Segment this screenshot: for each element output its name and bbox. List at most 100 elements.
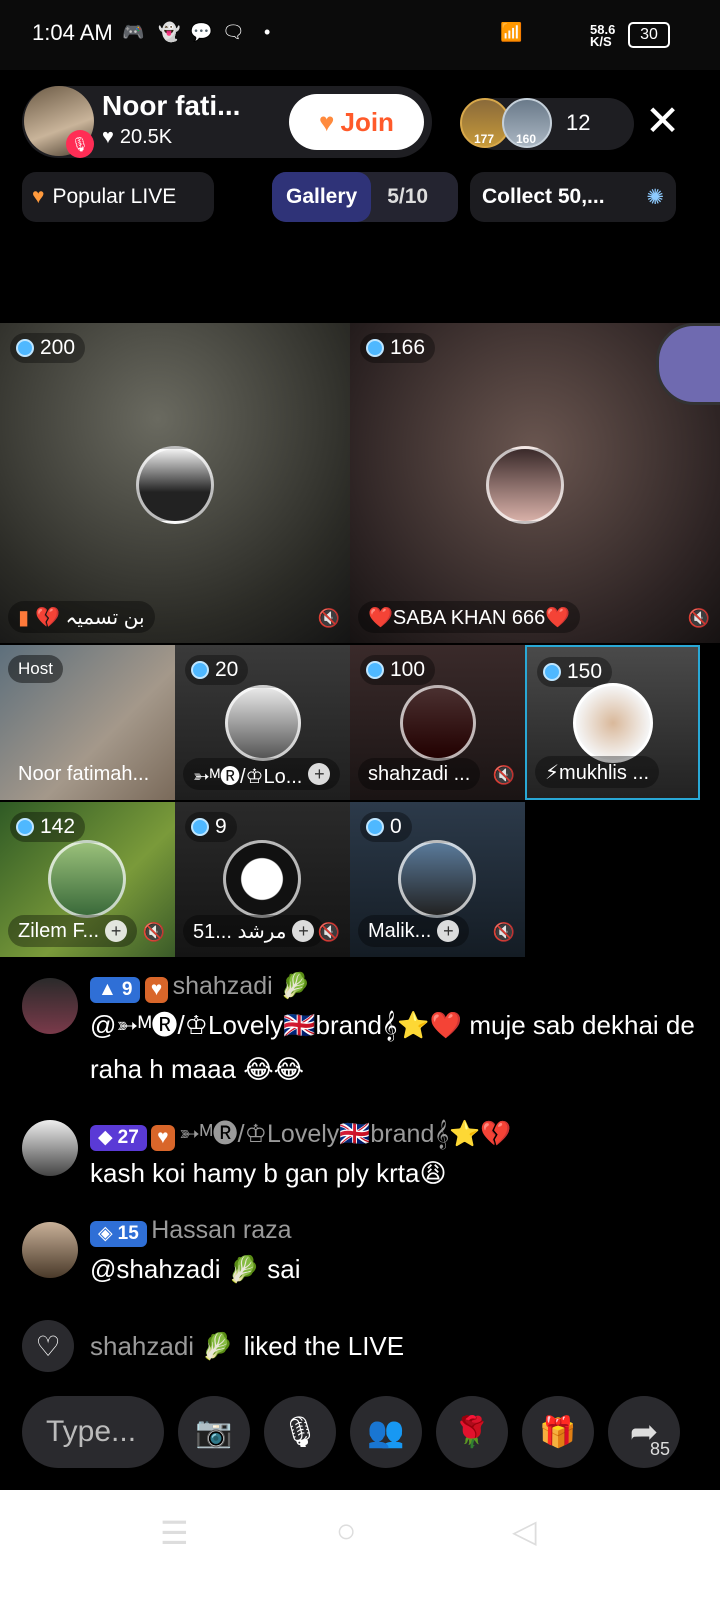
guest-name: Malik... + [358, 915, 470, 947]
mic-off-icon: 🔇 [317, 922, 340, 942]
mic-off-button[interactable]: 🎙 [264, 1396, 336, 1468]
score-badge: 200 [10, 333, 86, 363]
network-speed: 58.6 K/S [590, 22, 616, 49]
snapchat-icon: 👻 [158, 22, 181, 42]
gem-icon [16, 339, 34, 357]
dot-icon: • [264, 22, 271, 42]
guest-avatar [225, 685, 301, 761]
game-icon: 🎮 [122, 22, 145, 42]
share-button[interactable]: ➦ 85 [608, 1396, 680, 1468]
camera-off-button[interactable]: 📷 [178, 1396, 250, 1468]
level-badge: ◆ 27 [90, 1124, 147, 1151]
guest-name: مرشد ...51 + [183, 915, 325, 947]
add-icon: + [292, 920, 315, 942]
host-mic-off-icon: 🎙 [66, 130, 94, 158]
chat-username[interactable]: shahzadi 🥬 [173, 972, 311, 1000]
gem-icon [16, 818, 34, 836]
rose-gift-button[interactable]: 🌹 [436, 1396, 508, 1468]
mic-off-icon: 🔇 [142, 922, 165, 942]
gallery-progress: 5/10 [387, 185, 429, 208]
guest-name: shahzadi ... [358, 758, 481, 790]
back-icon[interactable]: ◁ [512, 1512, 537, 1550]
score-badge: 100 [360, 655, 436, 685]
guest-name: ❤️SABA KHAN 666❤️ [358, 601, 581, 633]
like-notification: ♡ shahzadi 🥬 liked the LIVE [22, 1318, 702, 1374]
viewer-count: 12 [566, 110, 591, 135]
add-icon: + [437, 920, 460, 942]
guest-name: بن تسمیہ 💔 ▮ [8, 601, 155, 633]
people-icon: 👥 [367, 1415, 405, 1449]
mic-off-icon: 🔇 [687, 608, 710, 628]
system-nav-bar: ☰ ○ ◁ [0, 1490, 720, 1612]
signal-icon: ▮ [18, 606, 30, 629]
collect-chip[interactable]: Collect 50,... ✺ [470, 172, 676, 222]
host-tile[interactable]: Host Noor fatimah... [0, 645, 175, 800]
score-badge: 166 [360, 333, 436, 363]
gem-icon [191, 818, 209, 836]
heart-plus-icon: ♥ [319, 106, 335, 137]
mic-off-icon: 🔇 [317, 608, 340, 628]
camera-off-icon: 📷 [195, 1415, 233, 1449]
gallery-label: Gallery [272, 172, 372, 222]
chat-avatar[interactable] [22, 1222, 78, 1278]
whatsapp-icon: 💬 [190, 22, 213, 42]
second-viewer-avatar[interactable]: 160 [502, 98, 552, 148]
guests-button[interactable]: 👥 [350, 1396, 422, 1468]
guest-tile[interactable]: 142 Zilem F... + 🔇 [0, 802, 175, 957]
chat-username[interactable]: ➳ᴹ🅡/♔Lovely🇬🇧brand𝄞⭐💔 [179, 1120, 511, 1148]
chat-text: @shahzadi 🥬 sai [90, 1253, 301, 1284]
guest-name: Zilem F... + [8, 915, 138, 947]
level-badge: ◈ 15 [90, 1220, 147, 1247]
close-icon[interactable]: ✕ [645, 100, 680, 142]
guest-tile[interactable]: 20 ➳ᴹ🅡/♔Lo... + [175, 645, 350, 800]
heart-icon: ♥ [32, 185, 45, 208]
popular-live-chip[interactable]: ♥ Popular LIVE [22, 172, 214, 222]
fan-badge: ♥ [151, 1124, 175, 1151]
mic-off-icon: 🔇 [492, 922, 515, 942]
host-badge: Host [8, 655, 63, 683]
guest-tile[interactable]: 100 shahzadi ... 🔇 [350, 645, 525, 800]
guest-name: ⚡mukhlis ... [535, 756, 660, 788]
guest-tile[interactable]: 200 بن تسمیہ 💔 ▮ 🔇 [0, 323, 350, 643]
share-count: 85 [649, 1439, 670, 1459]
score-badge: 0 [360, 812, 412, 842]
host-name: Noor fati... [102, 90, 241, 121]
guest-avatar [48, 840, 126, 918]
guest-avatar [400, 685, 476, 761]
liked-username[interactable]: shahzadi 🥬 [90, 1331, 234, 1362]
guest-tile-active[interactable]: 150 ⚡mukhlis ... [525, 645, 700, 800]
gallery-chip[interactable]: Gallery 5/10 [272, 172, 458, 222]
guest-avatar [223, 840, 301, 918]
fan-badge: ♥ [144, 976, 169, 1003]
chat-username[interactable]: Hassan raza [151, 1216, 291, 1244]
score-badge: 9 [185, 812, 237, 842]
gem-icon [366, 818, 384, 836]
gift-button[interactable]: 🎁 [522, 1396, 594, 1468]
chat-avatar[interactable] [22, 1120, 78, 1176]
guest-tile[interactable]: 9 مرشد ...51 + 🔇 [175, 802, 350, 957]
guest-tile[interactable]: 166 ❤️SABA KHAN 666❤️ 🔇 [350, 323, 720, 643]
recents-icon[interactable]: ☰ [160, 1514, 189, 1552]
guest-name: ➳ᴹ🅡/♔Lo... + [183, 758, 341, 790]
guest-avatar [486, 446, 564, 524]
guest-avatar [398, 840, 476, 918]
join-button[interactable]: ♥ Join [289, 94, 424, 150]
message-icon: 🗨 [222, 22, 245, 42]
host-likes: ♥ 20.5K [102, 126, 173, 148]
heart-icon: ♥ [102, 126, 114, 148]
liked-text: liked the LIVE [243, 1330, 405, 1361]
host-tile-name: Noor fatimah... [18, 762, 150, 785]
add-icon: + [308, 763, 331, 785]
gift-icon: 🎁 [539, 1415, 577, 1449]
gem-icon [366, 661, 384, 679]
firework-icon: ✺ [646, 185, 664, 209]
comment-input[interactable]: Type... [22, 1396, 164, 1468]
gem-icon [191, 661, 209, 679]
status-time: 1:04 AM [32, 20, 113, 45]
guest-tile[interactable]: 0 Malik... + 🔇 [350, 802, 525, 957]
chat-avatar[interactable] [22, 978, 78, 1034]
speaker-panel-toggle[interactable] [656, 323, 720, 405]
home-icon[interactable]: ○ [336, 1512, 357, 1551]
battery-indicator: 30 [628, 22, 670, 48]
mic-off-icon: 🎙 [280, 1415, 320, 1449]
